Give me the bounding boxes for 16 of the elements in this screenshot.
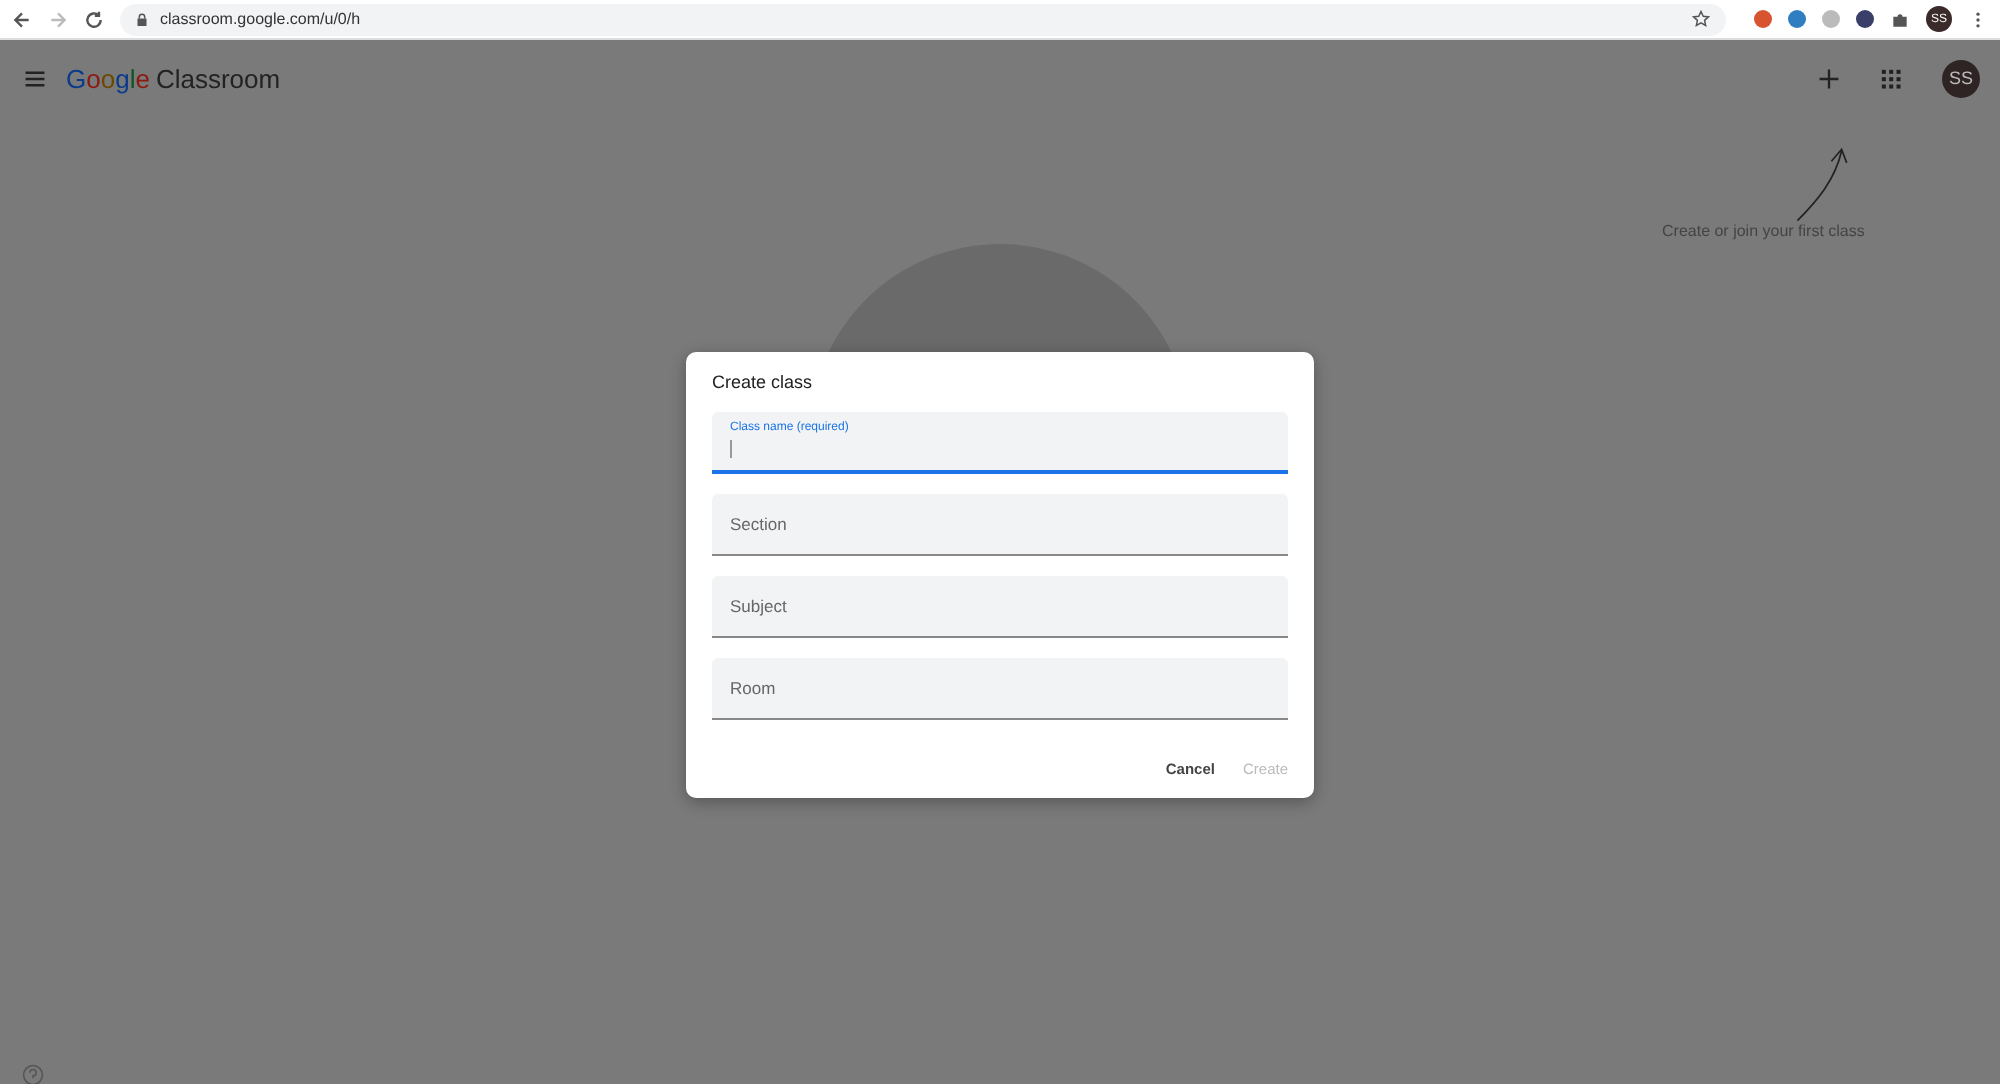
- address-bar[interactable]: classroom.google.com/u/0/h: [120, 3, 1726, 35]
- logo-wordmark: Google: [66, 63, 150, 93]
- input-field[interactable]: Room: [712, 658, 1288, 720]
- plus-icon[interactable]: [1818, 67, 1840, 89]
- product-name: Classroom: [155, 63, 281, 93]
- star-icon[interactable]: [1692, 10, 1710, 28]
- reload-icon[interactable]: [84, 9, 104, 29]
- back-icon[interactable]: [12, 9, 32, 29]
- url-text: classroom.google.com/u/0/h: [160, 10, 363, 28]
- lock-icon: [136, 11, 148, 27]
- input-field[interactable]: Subject: [712, 576, 1288, 638]
- menu-icon[interactable]: [24, 69, 46, 87]
- account-avatar[interactable]: SS: [1942, 59, 1980, 97]
- input-field[interactable]: Section: [712, 494, 1288, 556]
- dialog-title: Create class: [712, 372, 815, 392]
- apps-grid-icon[interactable]: [1880, 67, 1902, 89]
